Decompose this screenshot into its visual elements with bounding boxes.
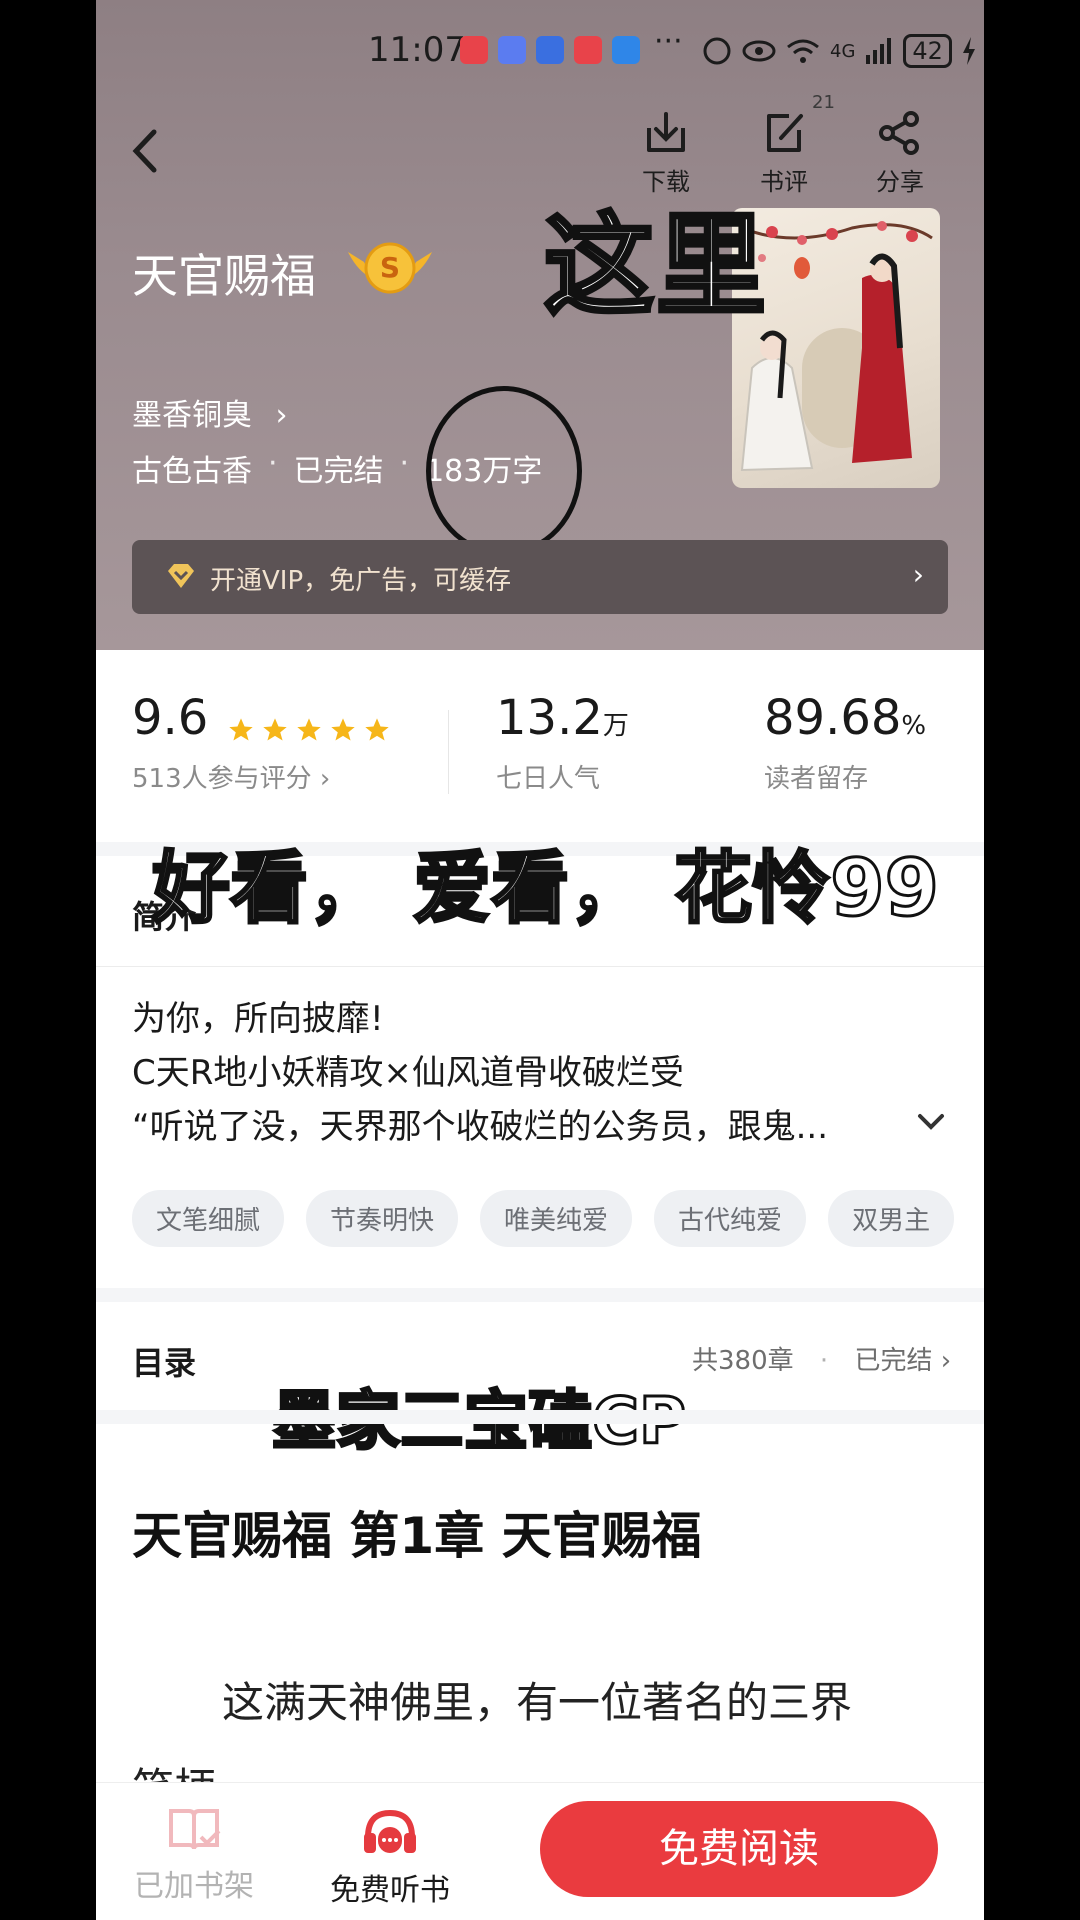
status-time: 11:07: [368, 30, 466, 70]
download-icon: [647, 112, 685, 152]
rating-count: 513人参与评分 ›: [132, 764, 331, 794]
book-detail-screen: 11:07 ··· 4G 42 下载 21 书评 分享 天官赐福 S 墨香铜臭 …: [96, 0, 984, 1920]
tag-chip[interactable]: 文笔细腻: [132, 1190, 285, 1247]
bookshelf-check-icon: [169, 1809, 221, 1850]
network-type: 4G: [830, 40, 856, 62]
vip-text: 开通VIP，免广告，可缓存: [210, 566, 512, 596]
badge-letter: S: [380, 251, 400, 284]
rating-stat[interactable]: 9.6 513人参与评分 ›: [132, 690, 391, 795]
rating-value: 9.6: [132, 690, 209, 746]
toc-separator: ·: [819, 1346, 829, 1376]
meta-separator: ·: [399, 446, 410, 481]
toc-status: 已完结 ›: [854, 1346, 952, 1376]
popularity-stat: 13.2万 七日人气: [496, 690, 629, 795]
tag-chip[interactable]: 古代纯爱: [654, 1190, 807, 1247]
intro-divider: [96, 966, 984, 967]
vip-chevron-icon: ›: [912, 558, 924, 591]
star-icon: [297, 717, 322, 740]
system-icons: 4G 42: [702, 34, 976, 68]
star-icon: [263, 717, 288, 740]
listen-button[interactable]: 免费听书: [310, 1807, 470, 1909]
app-notification-icon: [498, 36, 526, 64]
chapter-line: 笑柄: [132, 1746, 952, 1786]
headphones-icon: [364, 1809, 416, 1853]
retention-label: 读者留存: [764, 764, 869, 794]
retention-value: 89.68: [764, 690, 902, 746]
author-chevron-icon: ›: [275, 398, 288, 433]
vip-diamond-icon: [168, 564, 194, 588]
s-level-badge-icon: S: [348, 242, 432, 294]
signal-icon: [866, 38, 892, 64]
book-genre: 古色古香: [132, 454, 252, 489]
hd-call-icon: [703, 37, 731, 65]
status-bar: 11:07 ··· 4G 42: [96, 24, 984, 76]
listen-label: 免费听书: [330, 1873, 450, 1908]
section-divider: [96, 1288, 984, 1302]
hand-drawn-circle-annotation: [426, 386, 582, 556]
tag-chip[interactable]: 唯美纯爱: [480, 1190, 633, 1247]
retention-unit: %: [901, 711, 927, 741]
shelf-label: 已加书架: [134, 1869, 254, 1904]
wifi-icon: [787, 39, 819, 63]
meta-separator: ·: [268, 446, 278, 481]
intro-line: C天R地小妖精攻×仙风道骨收破烂受: [132, 1053, 684, 1093]
overlay-caption-here: 这里: [542, 200, 768, 332]
toc-heading: 目录: [132, 1344, 197, 1382]
stats-divider: [448, 710, 449, 794]
rating-stars: [227, 716, 391, 744]
retention-stat: 89.68% 读者留存: [764, 690, 926, 795]
intro-line: “听说了没，天界那个收破烂的公务员，跟鬼...: [132, 1107, 829, 1147]
charging-icon: [962, 37, 975, 65]
star-icon: [365, 717, 390, 740]
app-notification-icon: [460, 36, 488, 64]
stats-panel: 9.6 513人参与评分 › 13.2万 七日人气 89.68% 读者留存: [96, 652, 984, 842]
intro-line: 为你，所向披靡!: [132, 999, 384, 1039]
overlay-caption-comment: 好看， 爱看， 花怜99: [151, 843, 941, 936]
author-link[interactable]: 墨香铜臭 ›: [132, 390, 288, 434]
share-button[interactable]: 分享: [860, 108, 940, 197]
toc-link[interactable]: 共380章 · 已完结 ›: [692, 1340, 951, 1377]
tag-list: 文笔细腻 节奏明快 唯美纯爱 古代纯爱 双男主: [132, 1190, 955, 1247]
book-status: 已完结: [293, 454, 384, 489]
chapter-line: 这满天神佛里，有一位著名的三界: [222, 1678, 853, 1727]
app-notification-icon: [612, 36, 640, 64]
popularity-label: 七日人气: [496, 764, 601, 794]
shelf-button[interactable]: 已加书架: [114, 1807, 274, 1905]
intro-text[interactable]: 为你，所向披靡! C天R地小妖精攻×仙风道骨收破烂受 “听说了没，天界那个收破烂…: [132, 992, 952, 1154]
chevron-down-icon[interactable]: [916, 1112, 946, 1132]
back-arrow-icon[interactable]: [126, 126, 166, 176]
share-label: 分享: [876, 168, 924, 196]
bottom-action-bar: 已加书架 免费听书 免费阅读: [96, 1782, 984, 1920]
notification-icons: [460, 36, 640, 64]
tag-chip[interactable]: 节奏明快: [306, 1190, 459, 1247]
chapter-title: 天官赐福 第1章 天官赐福: [132, 1507, 702, 1565]
edit-icon: [767, 114, 803, 152]
star-icon: [331, 717, 356, 740]
app-notification-icon: [536, 36, 564, 64]
eye-icon: [742, 40, 776, 62]
section-divider: [96, 1410, 984, 1424]
app-notification-icon: [574, 36, 602, 64]
more-notifications-icon: ···: [654, 24, 683, 59]
battery-level: 42: [903, 34, 952, 68]
star-icon: [229, 717, 254, 740]
popularity-unit: 万: [602, 711, 629, 741]
chapter-count: 共380章: [692, 1346, 794, 1376]
chapter-preview[interactable]: 这满天神佛里，有一位著名的三界 笑柄: [132, 1660, 952, 1786]
share-icon: [879, 111, 919, 155]
tag-chip[interactable]: 双男主: [828, 1190, 955, 1247]
book-header: 11:07 ··· 4G 42 下载 21 书评 分享 天官赐福 S 墨香铜臭 …: [96, 0, 984, 650]
book-title: 天官赐福: [132, 249, 316, 303]
free-read-button[interactable]: 免费阅读: [540, 1801, 938, 1897]
popularity-value: 13.2: [496, 690, 603, 746]
author-name: 墨香铜臭: [132, 398, 252, 433]
vip-banner[interactable]: 开通VIP，免广告，可缓存 ›: [132, 540, 948, 614]
